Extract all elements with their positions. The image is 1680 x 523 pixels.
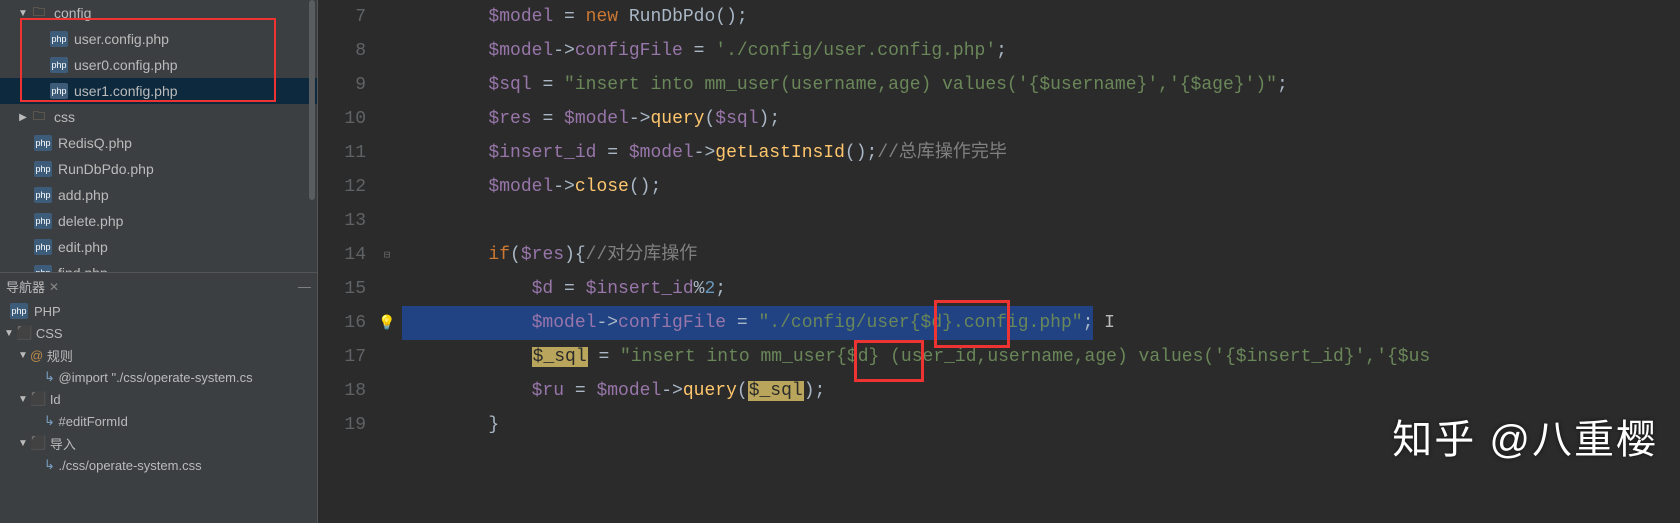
chevron-right-icon: ▶ bbox=[18, 112, 28, 122]
nav-label: PHP bbox=[34, 304, 61, 319]
code-line: $d = $insert_id%2; bbox=[396, 272, 1680, 306]
rule-icon: ↳ bbox=[44, 369, 55, 385]
nav-label: CSS bbox=[36, 326, 63, 341]
chevron-down-icon: ▼ bbox=[18, 8, 28, 18]
sidebar: ▼ 🗀 config php user.config.php php user0… bbox=[0, 0, 318, 523]
php-file-icon: php bbox=[50, 83, 68, 99]
at-rule-icon: @ bbox=[30, 348, 43, 363]
code-line: if($res){//对分库操作 bbox=[396, 238, 1680, 272]
highlighted-var: $_sql bbox=[748, 381, 804, 401]
tag-icon: ⬛ bbox=[16, 325, 32, 341]
folder-label: css bbox=[54, 109, 75, 125]
tree-file[interactable]: php delete.php bbox=[0, 208, 317, 234]
fold-toggle-icon[interactable]: ⊟ bbox=[378, 238, 396, 272]
php-file-icon: php bbox=[50, 57, 68, 73]
tag-icon: ⬛ bbox=[30, 435, 46, 451]
nav-item-import[interactable]: ↳ @import "./css/operate-system.cs bbox=[0, 366, 317, 388]
nav-item-css[interactable]: ▼ ⬛ CSS bbox=[0, 322, 317, 344]
rule-icon: ↳ bbox=[44, 413, 55, 429]
nav-label: ./css/operate-system.css bbox=[59, 458, 202, 473]
tag-icon: ⬛ bbox=[30, 391, 46, 407]
tree-file[interactable]: php user0.config.php bbox=[0, 52, 317, 78]
nav-label: #editFormId bbox=[59, 414, 128, 429]
highlighted-var: $_sql bbox=[532, 347, 588, 367]
tree-file[interactable]: php RunDbPdo.php bbox=[0, 156, 317, 182]
nav-item-import-section[interactable]: ▼ ⬛ 导入 bbox=[0, 432, 317, 454]
nav-label: @import "./css/operate-system.cs bbox=[59, 370, 253, 385]
nav-item-id[interactable]: ▼ ⬛ Id bbox=[0, 388, 317, 410]
scrollbar-thumb[interactable] bbox=[309, 0, 315, 200]
folder-icon: 🗀 bbox=[30, 109, 48, 125]
tree-file[interactable]: php add.php bbox=[0, 182, 317, 208]
text-cursor: I bbox=[1093, 306, 1094, 328]
file-label: find.php bbox=[58, 265, 108, 272]
php-file-icon: php bbox=[34, 187, 52, 203]
file-label: user1.config.php bbox=[74, 83, 178, 99]
navigator-panel: 导航器 ✕ — php PHP ▼ ⬛ CSS ▼ @ 规则 ↳ @import… bbox=[0, 272, 317, 476]
folder-label: config bbox=[54, 5, 91, 21]
code-line: $res = $model->query($sql); bbox=[396, 102, 1680, 136]
file-label: add.php bbox=[58, 187, 109, 203]
file-tree[interactable]: ▼ 🗀 config php user.config.php php user0… bbox=[0, 0, 317, 272]
php-file-icon: php bbox=[50, 31, 68, 47]
nav-item-rules[interactable]: ▼ @ 规则 bbox=[0, 344, 317, 366]
chevron-down-icon: ▼ bbox=[18, 438, 28, 448]
nav-item-editform[interactable]: ↳ #editFormId bbox=[0, 410, 317, 432]
nav-label: 导入 bbox=[50, 434, 76, 453]
lightbulb-icon[interactable]: 💡 bbox=[378, 315, 395, 332]
tree-file[interactable]: php user.config.php bbox=[0, 26, 317, 52]
code-line: $sql = "insert into mm_user(username,age… bbox=[396, 68, 1680, 102]
file-label: delete.php bbox=[58, 213, 123, 229]
php-file-icon: php bbox=[34, 213, 52, 229]
code-line: $_sql = "insert into mm_user{$d} (user_i… bbox=[396, 340, 1680, 374]
nav-item-php[interactable]: php PHP bbox=[0, 300, 317, 322]
tree-file[interactable]: php find.php bbox=[0, 260, 317, 272]
navigator-header[interactable]: 导航器 ✕ — bbox=[0, 273, 317, 300]
line-gutter: 78910111213141516171819 bbox=[318, 0, 378, 523]
code-line: $model->configFile = './config/user.conf… bbox=[396, 34, 1680, 68]
php-file-icon: php bbox=[34, 135, 52, 151]
file-label: user.config.php bbox=[74, 31, 169, 47]
nav-label: 规则 bbox=[47, 346, 73, 365]
code-line-selected: $model->configFile = "./config/user{$d}.… bbox=[396, 306, 1680, 340]
fold-column[interactable]: ⊟ 💡 bbox=[378, 0, 396, 523]
file-label: edit.php bbox=[58, 239, 108, 255]
chevron-down-icon: ▼ bbox=[4, 328, 14, 338]
tree-file[interactable]: php edit.php bbox=[0, 234, 317, 260]
watermark-text: 知乎 @八重樱 bbox=[1392, 407, 1658, 465]
tree-folder-config[interactable]: ▼ 🗀 config bbox=[0, 0, 317, 26]
close-icon[interactable]: ✕ bbox=[49, 280, 59, 294]
folder-icon: 🗀 bbox=[30, 5, 48, 21]
php-file-icon: php bbox=[34, 265, 52, 272]
php-file-icon: php bbox=[34, 161, 52, 177]
rule-icon: ↳ bbox=[44, 457, 55, 473]
nav-label: Id bbox=[50, 392, 61, 407]
tree-file[interactable]: php RedisQ.php bbox=[0, 130, 317, 156]
file-label: RunDbPdo.php bbox=[58, 161, 154, 177]
tree-folder-css[interactable]: ▶ 🗀 css bbox=[0, 104, 317, 130]
code-line: $model->close(); bbox=[396, 170, 1680, 204]
chevron-down-icon: ▼ bbox=[18, 350, 28, 360]
navigator-title: 导航器 bbox=[6, 277, 45, 296]
file-label: user0.config.php bbox=[74, 57, 178, 73]
code-line bbox=[396, 204, 1680, 238]
nav-item-import-file[interactable]: ↳ ./css/operate-system.css bbox=[0, 454, 317, 476]
php-file-icon: php bbox=[10, 303, 28, 319]
code-line: $ru = $model->query($_sql); bbox=[396, 374, 1680, 408]
php-file-icon: php bbox=[34, 239, 52, 255]
file-label: RedisQ.php bbox=[58, 135, 132, 151]
chevron-down-icon: ▼ bbox=[18, 394, 28, 404]
code-line: $insert_id = $model->getLastInsId();//总库… bbox=[396, 136, 1680, 170]
tree-file-selected[interactable]: php user1.config.php bbox=[0, 78, 317, 104]
code-line: $model = new RunDbPdo(); bbox=[396, 0, 1680, 34]
collapse-icon[interactable]: — bbox=[298, 279, 311, 294]
